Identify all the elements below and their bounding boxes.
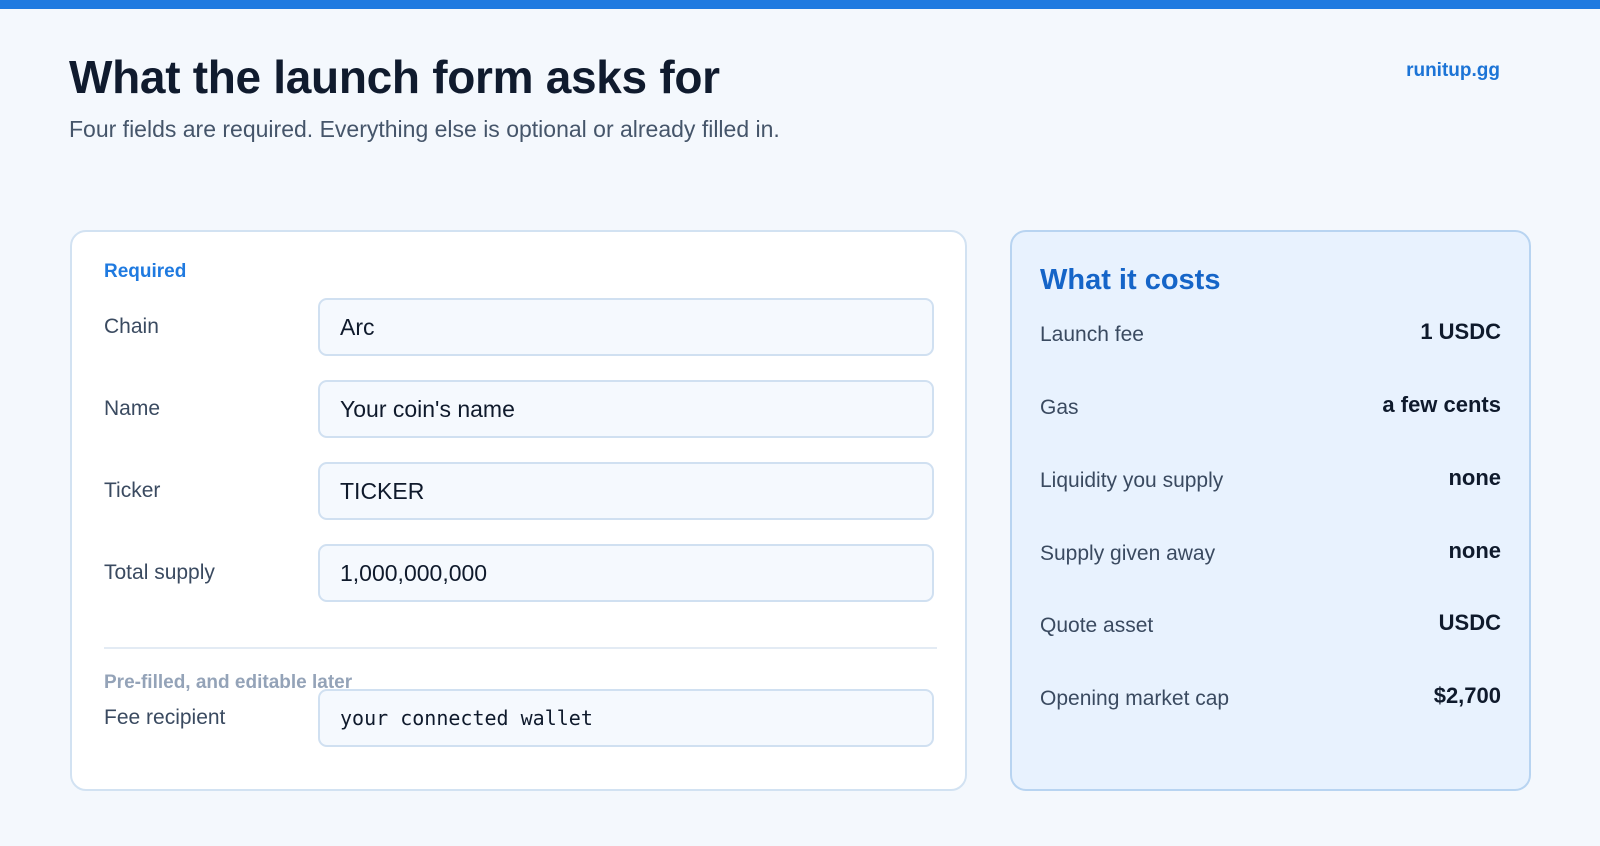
chain-field-row: Chain Arc — [104, 298, 934, 356]
cost-row-liquidity: Liquidity you supply none — [1040, 465, 1501, 496]
costs-card: What it costs Launch fee 1 USDC Gas a fe… — [1010, 230, 1531, 791]
fee-recipient-label: Fee recipient — [104, 706, 226, 729]
cost-row-launch-fee: Launch fee 1 USDC — [1040, 319, 1501, 350]
cost-value: none — [1448, 538, 1501, 563]
launch-form-card: Required Chain Arc Name Your coin's name… — [70, 230, 967, 791]
page-subtitle: Four fields are required. Everything els… — [69, 116, 780, 142]
required-section-label: Required — [104, 261, 187, 282]
cost-label: Liquidity you supply — [1040, 469, 1224, 492]
cost-value: none — [1448, 465, 1501, 490]
fee-recipient-field-row: Fee recipient your connected wallet — [104, 689, 934, 747]
cost-label: Launch fee — [1040, 323, 1144, 346]
cost-value: $2,700 — [1433, 683, 1501, 708]
ticker-label: Ticker — [104, 479, 161, 502]
cost-label: Quote asset — [1040, 614, 1154, 637]
total-supply-label: Total supply — [104, 561, 215, 584]
site-link[interactable]: runitup.gg — [1406, 60, 1500, 82]
name-field-row: Name Your coin's name — [104, 380, 934, 438]
cost-value: 1 USDC — [1420, 319, 1501, 344]
section-divider — [104, 647, 937, 649]
page-title: What the launch form asks for — [69, 51, 720, 103]
cost-value: a few cents — [1382, 392, 1501, 417]
total-supply-input[interactable]: 1,000,000,000 — [318, 544, 934, 602]
cost-row-quote-asset: Quote asset USDC — [1040, 610, 1501, 641]
ticker-field-row: Ticker TICKER — [104, 462, 934, 520]
name-label: Name — [104, 397, 161, 420]
chain-input[interactable]: Arc — [318, 298, 934, 356]
cost-label: Opening market cap — [1040, 687, 1230, 710]
cost-row-opening-market-cap: Opening market cap $2,700 — [1040, 683, 1501, 714]
ticker-input[interactable]: TICKER — [318, 462, 934, 520]
costs-title: What it costs — [1040, 264, 1221, 296]
name-input[interactable]: Your coin's name — [318, 380, 934, 438]
cost-label: Gas — [1040, 396, 1079, 419]
cost-label: Supply given away — [1040, 542, 1216, 565]
cost-row-supply-given-away: Supply given away none — [1040, 538, 1501, 569]
cost-row-gas: Gas a few cents — [1040, 392, 1501, 423]
total-supply-field-row: Total supply 1,000,000,000 — [104, 544, 934, 602]
cost-value: USDC — [1438, 610, 1501, 635]
top-accent-bar — [0, 0, 1600, 9]
chain-label: Chain — [104, 315, 159, 338]
fee-recipient-input[interactable]: your connected wallet — [318, 689, 934, 747]
